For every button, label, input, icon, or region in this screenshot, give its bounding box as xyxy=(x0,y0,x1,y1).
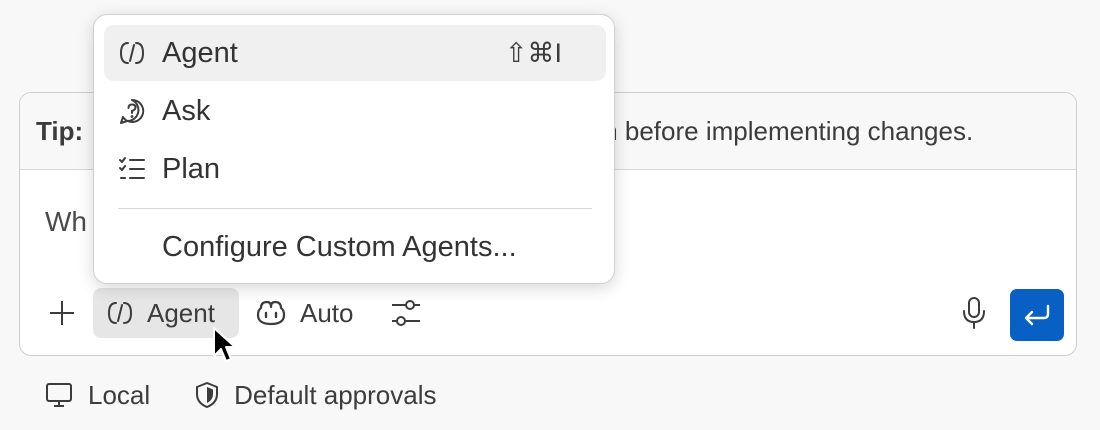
agent-icon xyxy=(107,302,133,324)
menu-item-label: Ask xyxy=(162,94,211,127)
send-button[interactable] xyxy=(1010,289,1064,341)
agent-icon xyxy=(119,42,145,64)
question-icon xyxy=(120,98,145,124)
voice-input-button[interactable] xyxy=(954,291,994,335)
menu-item-label: Agent xyxy=(162,36,238,69)
mode-dropdown-menu: Agent ⇧⌘I Ask Plan Configure Custom Agen… xyxy=(93,14,615,284)
shield-icon xyxy=(196,382,219,408)
mouse-pointer-icon xyxy=(213,327,236,362)
sliders-icon xyxy=(392,300,420,326)
chat-footer: Local Default approvals xyxy=(44,372,481,418)
add-context-button[interactable] xyxy=(42,291,82,335)
menu-item-plan[interactable]: Plan xyxy=(104,141,606,197)
configure-tools-button[interactable] xyxy=(386,291,426,335)
session-location-label: Local xyxy=(88,379,151,410)
enter-icon xyxy=(1024,304,1050,326)
menu-item-label: Plan xyxy=(162,152,221,185)
checklist-icon xyxy=(119,157,145,179)
menu-item-ask[interactable]: Ask xyxy=(104,83,606,139)
mode-picker-label: Agent xyxy=(147,297,215,328)
model-picker-label: Auto xyxy=(300,297,354,328)
copilot-icon xyxy=(256,300,286,326)
approvals-button[interactable]: Default approvals xyxy=(194,379,437,411)
menu-item-shortcut: ⇧⌘I xyxy=(504,37,562,68)
monitor-icon xyxy=(46,383,72,407)
session-location-button[interactable]: Local xyxy=(44,380,150,411)
menu-item-agent[interactable]: Agent ⇧⌘I xyxy=(104,25,606,81)
menu-item-configure-agents[interactable]: Configure Custom Agents... xyxy=(104,219,606,275)
model-picker-button[interactable]: Auto xyxy=(256,288,354,338)
menu-separator xyxy=(118,208,592,209)
microphone-icon xyxy=(963,297,985,329)
plus-icon xyxy=(50,301,74,325)
menu-item-label: Configure Custom Agents... xyxy=(162,230,517,263)
approvals-label: Default approvals xyxy=(234,379,437,410)
